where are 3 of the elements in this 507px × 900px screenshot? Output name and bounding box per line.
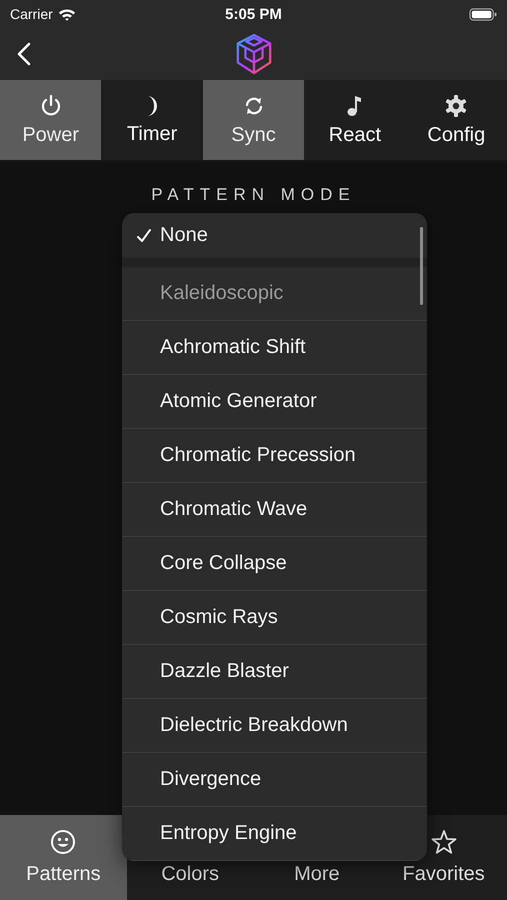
section-heading: PATTERN MODE	[151, 185, 356, 205]
carrier-name: Carrier	[10, 6, 53, 22]
status-time: 5:05 PM	[225, 6, 282, 22]
